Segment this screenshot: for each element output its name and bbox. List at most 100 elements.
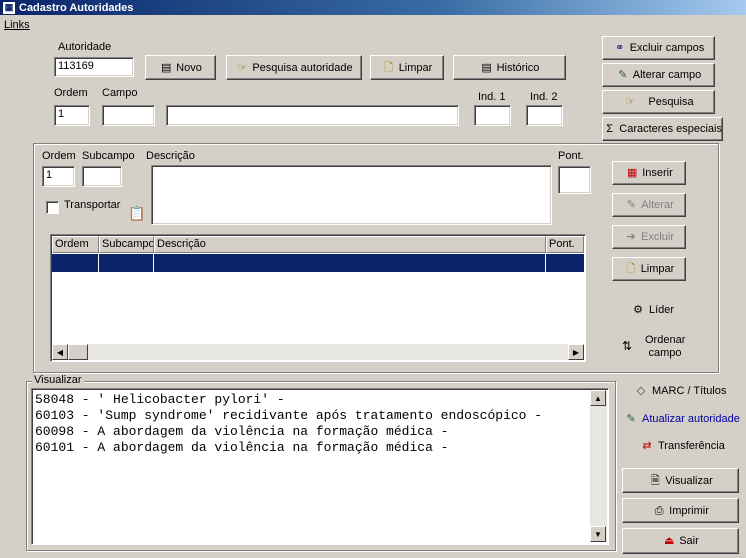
pesquisa-button[interactable]: ☞ Pesquisa xyxy=(602,90,715,114)
excluir-label: Excluir xyxy=(640,231,674,243)
grid-divider xyxy=(153,254,154,272)
ordenar-label-1[interactable]: Ordenar xyxy=(645,334,685,346)
sair-label: Sair xyxy=(679,535,699,547)
grid-header-ordem[interactable]: Ordem xyxy=(52,236,99,253)
scroll-left-arrow-icon[interactable]: ◀ xyxy=(52,344,68,360)
limpar-label: Limpar xyxy=(398,61,433,74)
pesquisa-autoridade-label: Pesquisa autoridade xyxy=(252,61,353,74)
ind1-label: Ind. 1 xyxy=(478,91,506,103)
campo-label: Campo xyxy=(102,87,138,99)
grid-divider xyxy=(98,254,99,272)
pont-input[interactable] xyxy=(558,166,591,194)
new-document-icon: ▤ xyxy=(160,61,172,74)
grid-header-pont[interactable]: Pont. xyxy=(546,236,584,253)
inserir-label: Inserir xyxy=(642,167,673,179)
ordem-label: Ordem xyxy=(54,87,88,99)
window-title: Cadastro Autoridades xyxy=(19,1,134,14)
grid-divider xyxy=(545,254,546,272)
delete-arrow-icon: ➔ xyxy=(626,231,636,243)
historico-button[interactable]: ▤ Histórico xyxy=(453,55,566,80)
caracteres-especiais-label: Caracteres especiais xyxy=(619,123,722,135)
sub-limpar-label: Limpar xyxy=(640,263,675,275)
pointing-hand-icon: ☞ xyxy=(237,61,248,74)
scroll-right-arrow-icon[interactable]: ▶ xyxy=(568,344,584,360)
alterar-label: Alterar xyxy=(641,199,674,211)
novo-button[interactable]: ▤ Novo xyxy=(145,55,216,80)
scrollbar-thumb[interactable] xyxy=(68,344,88,360)
exit-icon: ⏏ xyxy=(664,535,675,547)
visualizar-text-area[interactable]: 58048 - ' Helicobacter pylori' - 60103 -… xyxy=(31,388,609,545)
grid-header-subcampo[interactable]: Subcampo xyxy=(99,236,154,253)
history-icon: ▤ xyxy=(481,61,492,74)
sub-limpar-button[interactable]: 🗋 Limpar xyxy=(612,257,686,281)
menu-links[interactable]: Links xyxy=(4,19,30,31)
caracteres-especiais-button[interactable]: Σ Caracteres especiais xyxy=(602,117,723,141)
blank-page-icon: 🗋 xyxy=(626,263,636,275)
imprimir-button[interactable]: ⎙ Imprimir xyxy=(622,498,739,523)
scroll-down-arrow-icon[interactable]: ▼ xyxy=(590,526,606,542)
pointing-hand-icon: ☞ xyxy=(625,96,636,108)
visualizar-lines: 58048 - ' Helicobacter pylori' - 60103 -… xyxy=(35,392,542,456)
vertical-scrollbar[interactable] xyxy=(590,390,607,542)
printer-icon: ⎙ xyxy=(654,504,664,517)
descricao-textarea[interactable] xyxy=(151,165,552,225)
update-list-icon: ✎ xyxy=(626,413,636,425)
insert-icon: ▦ xyxy=(627,167,638,179)
inserir-button[interactable]: ▦ Inserir xyxy=(612,161,686,185)
sub-ordem-label: Ordem xyxy=(42,150,76,162)
transferencia-link[interactable]: ⇄ Transferência xyxy=(640,439,725,453)
leader-icon: ⚙ xyxy=(633,304,643,316)
autoridade-label: Autoridade xyxy=(58,41,112,53)
alterar-campo-button[interactable]: ✎ Alterar campo xyxy=(602,63,715,87)
ind2-input[interactable] xyxy=(526,105,563,126)
pont-label: Pont. xyxy=(558,150,584,162)
visualizar-line: 60103 - 'Sump syndrome' recidivante após… xyxy=(35,408,543,423)
clipboard-icon[interactable]: 📋 xyxy=(128,206,145,220)
edit-icon: ✎ xyxy=(626,199,636,211)
imprimir-label: Imprimir xyxy=(669,504,709,517)
historico-label: Histórico xyxy=(496,61,540,74)
excluir-button[interactable]: ➔ Excluir xyxy=(612,225,686,249)
table-row[interactable] xyxy=(52,254,584,272)
pesquisa-autoridade-button[interactable]: ☞ Pesquisa autoridade xyxy=(226,55,362,80)
menu-bar: Links xyxy=(0,16,746,33)
grid-header-descricao[interactable]: Descrição xyxy=(154,236,546,253)
autoridade-input[interactable]: 113169 xyxy=(54,57,134,77)
horizontal-scrollbar[interactable] xyxy=(52,344,584,360)
atualizar-autoridade-link[interactable]: ✎ Atualizar autoridade xyxy=(624,412,740,426)
limpar-button[interactable]: 🗋 Limpar xyxy=(370,55,444,80)
title-bar: ▦ Cadastro Autoridades xyxy=(0,0,746,15)
transfer-icon: ⇄ xyxy=(642,440,652,452)
ind2-label: Ind. 2 xyxy=(530,91,558,103)
campo-input[interactable] xyxy=(102,105,155,126)
atualizar-autoridade-label: Atualizar autoridade xyxy=(642,413,740,425)
excluir-campos-button[interactable]: ⚭ Excluir campos xyxy=(602,36,715,60)
transportar-checkbox[interactable] xyxy=(46,201,59,214)
edit-list-icon: ✎ xyxy=(618,69,628,81)
novo-label: Novo xyxy=(176,61,202,74)
sort-icon: ⇅ xyxy=(622,339,633,353)
sub-ordem-input[interactable]: 1 xyxy=(42,166,75,187)
transferencia-label: Transferência xyxy=(658,440,725,452)
campo-description-input[interactable] xyxy=(166,105,459,126)
alterar-campo-label: Alterar campo xyxy=(632,69,702,81)
visualizar-group-label: Visualizar xyxy=(32,374,84,386)
sair-button[interactable]: ⏏ Sair xyxy=(622,528,739,554)
lider-link[interactable]: ⚙ Líder xyxy=(631,303,674,317)
subcampo-input[interactable] xyxy=(82,166,122,187)
ordem-input[interactable]: 1 xyxy=(54,105,90,126)
ordenar-label-2[interactable]: campo xyxy=(645,347,685,359)
marc-titulos-label: MARC / Títulos xyxy=(652,385,727,397)
transportar-label: Transportar xyxy=(64,199,121,211)
alterar-button[interactable]: ✎ Alterar xyxy=(612,193,686,217)
visualizar-button[interactable]: 🗎 Visualizar xyxy=(622,468,739,493)
sigma-icon: Σ xyxy=(606,123,614,135)
excluir-campos-label: Excluir campos xyxy=(629,42,705,54)
ind1-input[interactable] xyxy=(474,105,511,126)
visualizar-line: 60098 - A abordagem da violência na form… xyxy=(35,424,449,439)
binoculars-icon: ⚭ xyxy=(615,42,625,54)
lider-label: Líder xyxy=(649,304,675,316)
visualizar-label: Visualizar xyxy=(665,474,713,487)
marc-titulos-link[interactable]: ◇ MARC / Títulos xyxy=(634,384,727,398)
scroll-up-arrow-icon[interactable]: ▲ xyxy=(590,390,606,406)
